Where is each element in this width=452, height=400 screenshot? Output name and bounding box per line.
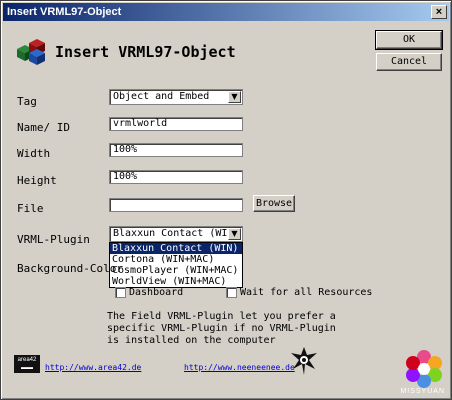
watermark-logo-icon bbox=[406, 350, 442, 388]
close-icon: × bbox=[435, 6, 443, 18]
area42-logo-icon: area42 ▬▬ bbox=[14, 355, 40, 373]
vrml-plugin-label: VRML-Plugin bbox=[17, 233, 90, 246]
ok-button[interactable]: OK bbox=[375, 30, 443, 50]
close-button[interactable]: × bbox=[431, 5, 447, 19]
neeneenee-link[interactable]: http://www.neeneenee.de bbox=[184, 363, 295, 372]
tag-label: Tag bbox=[17, 95, 37, 108]
area42-link[interactable]: http://www.area42.de bbox=[45, 363, 141, 372]
width-input[interactable]: 100% bbox=[109, 143, 243, 157]
window-title: Insert VRML97-Object bbox=[7, 6, 122, 18]
wait-resources-label: Wait for all Resources bbox=[240, 287, 373, 298]
dashboard-label: Dashboard bbox=[129, 287, 184, 298]
vrml-plugin-dropdown-list: Blaxxun Contact (WIN) Cortona (WIN+MAC) … bbox=[109, 242, 243, 288]
cubes-logo-icon bbox=[17, 39, 45, 65]
width-label: Width bbox=[17, 147, 51, 160]
dropdown-option[interactable]: CosmoPlayer (WIN+MAC) bbox=[110, 265, 242, 276]
dialog-window: Insert VRML97-Object × Insert VRML97-Obj… bbox=[0, 0, 452, 400]
name-id-label: Name/ ID bbox=[17, 121, 70, 134]
file-input[interactable] bbox=[109, 198, 243, 212]
plugin-note: The Field VRML-Plugin let you prefer a s… bbox=[107, 311, 336, 346]
dropdown-option[interactable]: Blaxxun Contact (WIN) bbox=[110, 243, 242, 254]
dashboard-checkbox[interactable] bbox=[115, 287, 126, 298]
wait-resources-checkbox[interactable] bbox=[226, 287, 237, 298]
dropdown-arrow-icon[interactable]: ▼ bbox=[228, 228, 241, 240]
watermark-text: MISSYUAN bbox=[400, 388, 445, 395]
dropdown-option[interactable]: WorldView (WIN+MAC) bbox=[110, 276, 242, 287]
vrml-plugin-select[interactable]: Blaxxun Contact (WIN) ▼ bbox=[109, 226, 243, 242]
name-id-input[interactable]: vrmlworld bbox=[109, 117, 243, 131]
vrml-plugin-select-value: Blaxxun Contact (WIN) bbox=[113, 228, 240, 239]
background-color-label: Background-Color bbox=[17, 262, 123, 275]
height-label: Height bbox=[17, 174, 57, 187]
cancel-button[interactable]: Cancel bbox=[376, 53, 442, 71]
tag-select[interactable]: Object and Embed ▼ bbox=[109, 89, 243, 105]
title-bar: Insert VRML97-Object × bbox=[3, 3, 449, 21]
height-input[interactable]: 100% bbox=[109, 170, 243, 184]
tag-select-value: Object and Embed bbox=[113, 91, 210, 102]
dialog-heading: Insert VRML97-Object bbox=[55, 43, 236, 61]
file-label: File bbox=[17, 202, 44, 215]
dropdown-arrow-icon[interactable]: ▼ bbox=[228, 91, 241, 103]
browse-button[interactable]: Browse bbox=[253, 195, 295, 212]
dropdown-option[interactable]: Cortona (WIN+MAC) bbox=[110, 254, 242, 265]
jester-logo-icon bbox=[291, 347, 317, 375]
